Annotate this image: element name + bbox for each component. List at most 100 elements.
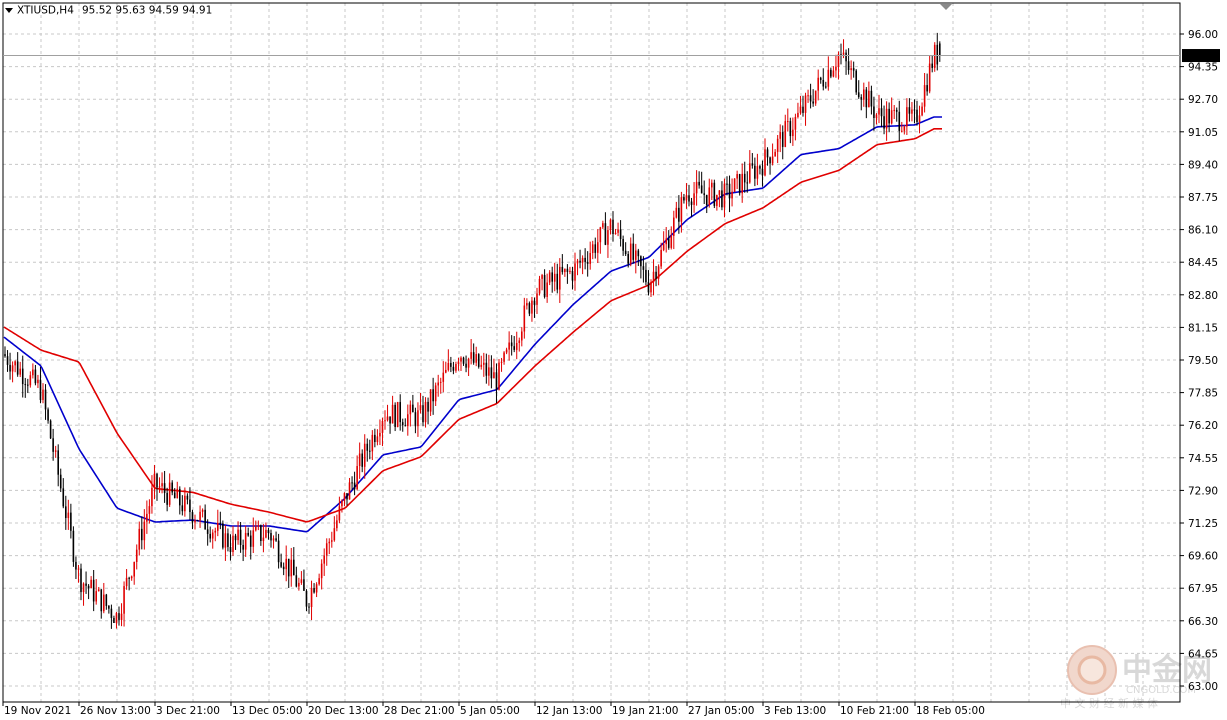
candle-body xyxy=(62,488,65,507)
candle-body xyxy=(893,109,895,111)
candle-body xyxy=(95,591,97,602)
candle-body xyxy=(617,229,619,233)
candle xyxy=(477,353,480,369)
candle-body xyxy=(343,493,346,501)
candle-body xyxy=(151,487,153,507)
candle-body xyxy=(379,432,381,437)
candle-body xyxy=(723,183,726,208)
candle-body xyxy=(731,191,733,199)
candle-body xyxy=(713,182,716,206)
candle-body xyxy=(125,577,128,587)
candle-body xyxy=(475,354,477,363)
candle-body xyxy=(59,474,62,489)
candle-body xyxy=(341,500,343,507)
candle-body xyxy=(199,511,201,521)
candle-body xyxy=(518,340,521,343)
candle-body xyxy=(498,362,500,390)
candle-body xyxy=(21,368,24,385)
candle xyxy=(933,42,936,72)
candle-body xyxy=(842,52,845,55)
candle-body xyxy=(939,43,941,56)
candle-body xyxy=(437,382,439,386)
candle-body xyxy=(432,389,434,402)
candle-body xyxy=(784,121,787,147)
candle-body xyxy=(143,521,146,541)
candle-body xyxy=(232,535,234,553)
candle-body xyxy=(505,349,508,353)
candle-body xyxy=(825,86,827,88)
y-tick-label: 77.85 xyxy=(1188,388,1218,400)
candle-body xyxy=(381,421,384,433)
candle-body xyxy=(764,149,766,176)
candle-body xyxy=(827,69,830,87)
candle-body xyxy=(460,357,462,362)
x-tick-label: 19 Jan 21:00 xyxy=(612,705,678,717)
candle-body xyxy=(531,300,533,314)
candle-body xyxy=(931,63,933,68)
candle-body xyxy=(204,509,206,530)
candle-body xyxy=(173,492,176,499)
candle-body xyxy=(835,66,837,71)
candle-body xyxy=(229,546,232,553)
candle-body xyxy=(602,223,604,228)
candle-body xyxy=(918,115,921,123)
candle-body xyxy=(642,266,645,270)
candle-body xyxy=(741,173,743,194)
candle-body xyxy=(422,405,424,423)
candle-body xyxy=(153,473,156,488)
candle-body xyxy=(599,227,602,243)
candle xyxy=(222,520,224,550)
candle-body xyxy=(571,270,574,281)
x-tick-label: 10 Feb 21:00 xyxy=(840,705,909,717)
candle-body xyxy=(738,174,741,194)
candle-body xyxy=(690,201,693,205)
candle-body xyxy=(224,533,227,548)
candle-body xyxy=(903,126,906,131)
candle-body xyxy=(721,190,723,208)
candle-body xyxy=(394,404,396,427)
candle-body xyxy=(42,389,44,400)
candle-body xyxy=(761,168,764,176)
candle-body xyxy=(526,303,528,306)
candle-body xyxy=(685,195,688,201)
candle-body xyxy=(92,579,95,602)
candle-body xyxy=(386,416,389,421)
x-tick-label: 3 Feb 13:00 xyxy=(764,705,826,717)
candle-body xyxy=(194,520,196,523)
candle-body xyxy=(298,582,300,587)
candle-body xyxy=(135,549,138,562)
price-chart[interactable]: 中金网 CNGOLD.COM 中 文 财 经 新 媒 体 96.0094.359… xyxy=(0,0,1227,720)
y-tick-label: 89.40 xyxy=(1188,159,1218,171)
candle-body xyxy=(556,273,559,290)
candle-body xyxy=(189,499,191,513)
candle-body xyxy=(673,217,675,236)
candle-body xyxy=(822,79,825,87)
candle-body xyxy=(933,44,936,68)
candle-body xyxy=(655,271,657,279)
candle-body xyxy=(52,438,54,452)
candle-body xyxy=(797,112,799,117)
watermark-tagline: 中 文 财 经 新 媒 体 xyxy=(1060,696,1158,710)
candle-body xyxy=(678,207,680,222)
candle-body xyxy=(72,530,75,562)
candle-body xyxy=(657,266,660,279)
candle-body xyxy=(711,182,713,188)
candle-body xyxy=(485,362,488,376)
candle-body xyxy=(493,372,495,379)
candle-body xyxy=(419,405,422,411)
candle-body xyxy=(847,61,850,71)
candle-body xyxy=(82,583,85,593)
candle-body xyxy=(754,165,756,179)
candle-body xyxy=(627,254,629,264)
candle-body xyxy=(141,528,143,541)
candle-body xyxy=(315,584,318,593)
candle-body xyxy=(287,558,290,577)
candle-body xyxy=(184,495,186,512)
x-tick-label: 18 Feb 05:00 xyxy=(916,705,985,717)
candle-body xyxy=(275,538,277,541)
candle-body xyxy=(414,412,417,427)
candle-body xyxy=(921,106,923,116)
candle-body xyxy=(553,273,556,282)
candle-body xyxy=(913,109,916,111)
candle-body xyxy=(85,583,87,586)
